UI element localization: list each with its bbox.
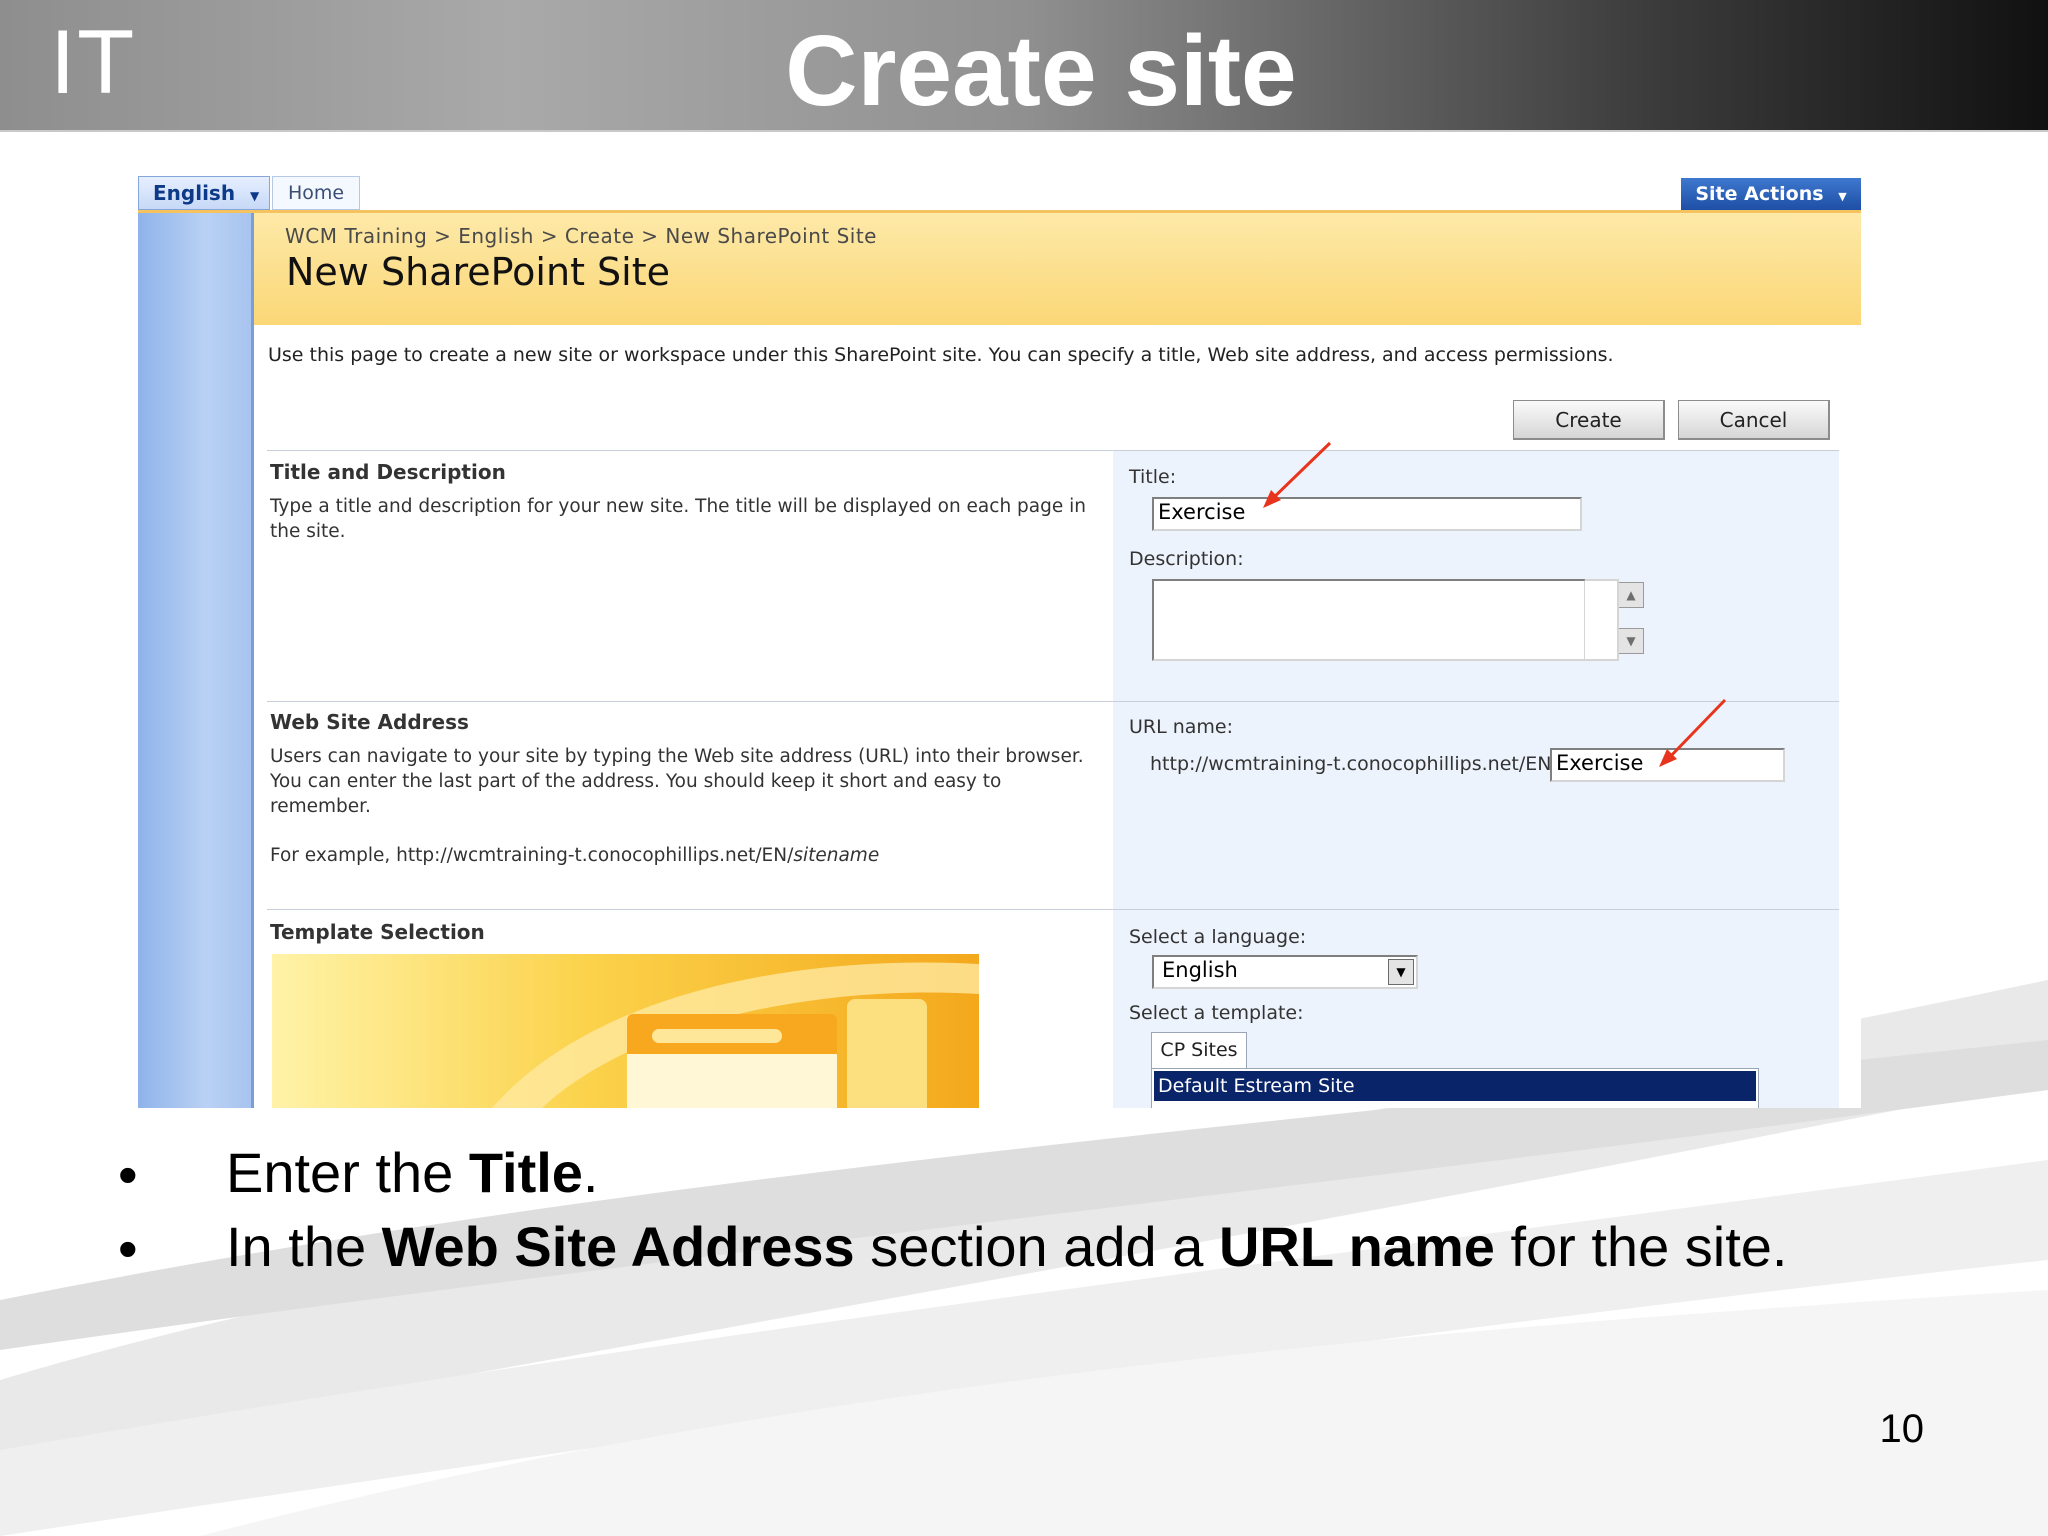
sharepoint-screenshot: English ▼ Home Site Actions ▼ WCM Traini… <box>138 176 1861 1108</box>
description-label: Description: <box>1129 548 1244 570</box>
address-section-description: Users can navigate to your site by typin… <box>270 746 1084 817</box>
template-select-label: Select a template: <box>1129 1002 1304 1024</box>
bullet-text-plain: In the <box>226 1215 382 1278</box>
bullet-text-plain: Enter the <box>226 1141 469 1204</box>
tab-cp-sites[interactable]: CP Sites <box>1151 1032 1247 1068</box>
bullet-text-bold: Web Site Address <box>381 1215 855 1278</box>
language-select[interactable]: English <box>1152 955 1418 989</box>
cancel-button[interactable]: Cancel <box>1678 400 1830 440</box>
create-button[interactable]: Create <box>1513 400 1665 440</box>
home-tab[interactable]: Home <box>272 176 360 210</box>
title-section-description: Type a title and description for your ne… <box>270 496 1086 542</box>
annotation-arrow-icon <box>1263 441 1332 508</box>
site-actions-label: Site Actions <box>1695 183 1824 205</box>
bullet-text-plain: for the site. <box>1494 1215 1788 1278</box>
address-example-sitename: sitename <box>793 845 880 866</box>
divider <box>267 701 1839 702</box>
chevron-down-icon: ▼ <box>1838 190 1847 203</box>
site-actions-menu[interactable]: Site Actions ▼ <box>1681 178 1861 210</box>
bullet-text: In the Web Site Address section add a UR… <box>226 1214 1787 1279</box>
title-input[interactable]: Exercise <box>1152 497 1582 531</box>
template-preview-image <box>272 954 979 1108</box>
bullet-text-plain: . <box>582 1141 599 1204</box>
slide-header: IT Create site <box>0 0 2048 132</box>
url-name-label: URL name: <box>1129 716 1234 738</box>
address-example: For example, http://wcmtraining-t.conoco… <box>270 843 1070 868</box>
divider <box>267 450 1839 451</box>
intro-text: Use this page to create a new site or wo… <box>268 344 1614 366</box>
url-prefix: http://wcmtraining-t.conocophillips.net/… <box>1150 753 1558 775</box>
page-number: 10 <box>1879 1407 1925 1451</box>
bullet-text-bold: Title <box>468 1141 583 1204</box>
textarea-scrollbar[interactable] <box>1585 579 1619 661</box>
annotation-arrow-icon <box>1659 698 1727 767</box>
language-select-label: Select a language: <box>1129 926 1307 948</box>
bullet-text-bold: URL name <box>1218 1215 1495 1278</box>
language-tab-label: English <box>153 181 236 205</box>
bullet-text: Enter the Title. <box>226 1140 598 1205</box>
divider <box>267 909 1839 910</box>
title-section-heading: Title and Description <box>270 460 506 484</box>
address-section-heading: Web Site Address <box>270 710 469 734</box>
bullet-marker: • <box>118 1217 138 1280</box>
title-label: Title: <box>1129 466 1177 488</box>
scroll-down-icon[interactable]: ▼ <box>1618 628 1644 654</box>
bullet-marker: • <box>118 1143 138 1206</box>
description-textarea[interactable] <box>1152 579 1586 661</box>
bullet-text-plain: section add a <box>854 1215 1219 1278</box>
chevron-down-icon: ▼ <box>250 189 260 203</box>
address-example-prefix: For example, http://wcmtraining-t.conoco… <box>270 845 794 866</box>
template-section-heading: Template Selection <box>270 920 485 944</box>
template-list[interactable]: Default Estream Site <box>1151 1068 1759 1108</box>
slide-title: Create site <box>785 15 1297 127</box>
scroll-up-icon[interactable]: ▲ <box>1618 582 1644 608</box>
list-item-selected[interactable]: Default Estream Site <box>1154 1071 1756 1101</box>
left-navigation <box>138 213 254 1108</box>
breadcrumb[interactable]: WCM Training > English > Create > New Sh… <box>285 224 877 248</box>
language-tab[interactable]: English ▼ <box>138 176 270 210</box>
chevron-down-icon[interactable]: ▼ <box>1388 959 1414 985</box>
top-nav-bar <box>138 176 1861 213</box>
page-title: New SharePoint Site <box>286 250 671 294</box>
